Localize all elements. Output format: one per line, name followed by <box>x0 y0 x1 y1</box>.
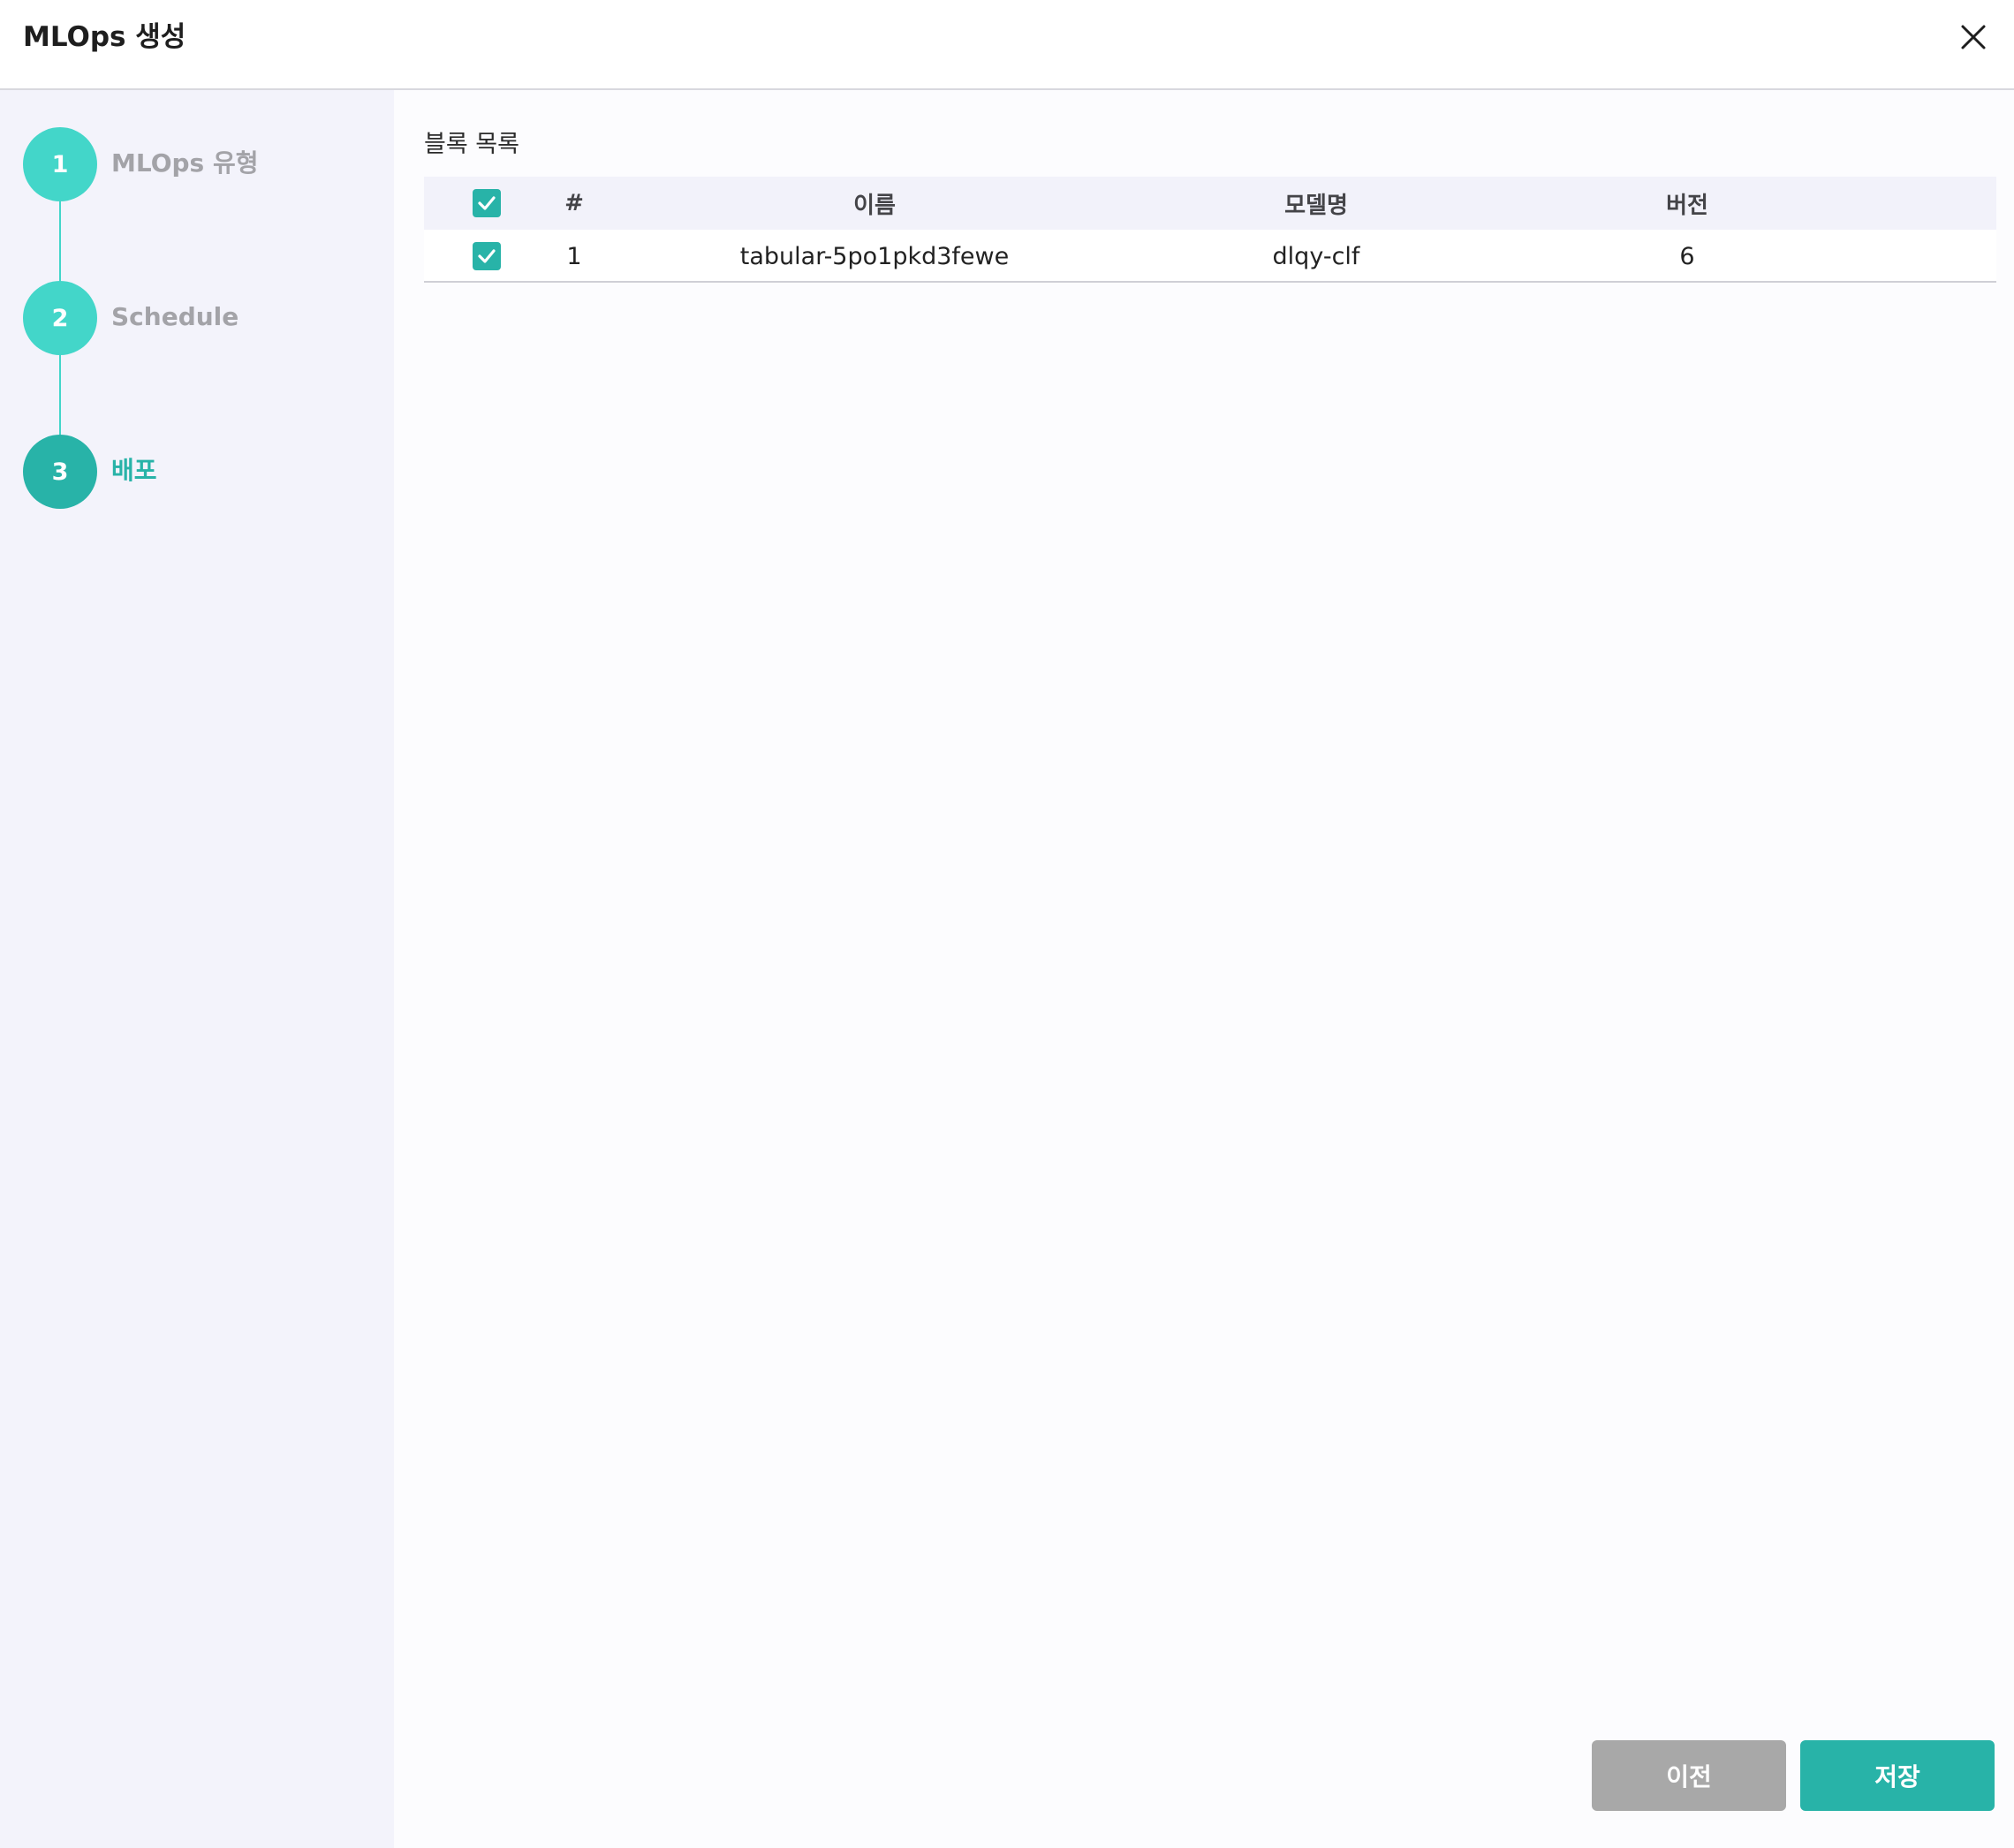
stepper-sidebar: 1 MLOps 유형 2 Schedule 3 배포 <box>0 90 394 1848</box>
step-deploy[interactable]: 3 배포 <box>23 435 376 509</box>
block-list-title: 블록 목록 <box>424 131 519 158</box>
column-header-name: 이름 <box>853 192 896 219</box>
save-button[interactable]: 저장 <box>1800 1740 1995 1811</box>
select-all-checkbox[interactable] <box>473 189 501 217</box>
close-button[interactable] <box>1956 19 1991 55</box>
row-model-name: dlqy-clf <box>1272 242 1360 270</box>
column-header-model-name: 모델명 <box>1284 192 1348 219</box>
header-checkbox-cell <box>456 177 518 230</box>
step-label: 배포 <box>111 456 157 485</box>
step-label: MLOps 유형 <box>111 148 259 178</box>
modal-header: MLOps 생성 <box>0 0 2014 90</box>
step-number-badge: 2 <box>23 281 97 355</box>
row-checkbox-cell <box>456 230 518 283</box>
row-name: tabular-5po1pkd3fewe <box>739 242 1010 270</box>
step-number-badge: 1 <box>23 127 97 201</box>
table-row[interactable]: 1 tabular-5po1pkd3fewe dlqy-clf 6 <box>424 230 1996 283</box>
modal-title: MLOps 생성 <box>23 21 186 53</box>
block-table: # 이름 모델명 버전 1 tabular-5po1pkd3fewe dlqy-… <box>424 177 1996 283</box>
table-header: # 이름 모델명 버전 <box>424 177 1996 230</box>
row-checkbox[interactable] <box>473 242 501 270</box>
step-schedule[interactable]: 2 Schedule <box>23 281 376 355</box>
column-header-number: # <box>564 190 584 216</box>
step-number-badge: 3 <box>23 435 97 509</box>
checkmark-icon <box>478 249 496 263</box>
checkmark-icon <box>478 196 496 210</box>
prev-button[interactable]: 이전 <box>1592 1740 1786 1811</box>
row-number: 1 <box>566 242 582 270</box>
column-header-version: 버전 <box>1666 192 1708 219</box>
row-version: 6 <box>1679 242 1695 270</box>
step-label: Schedule <box>111 302 239 331</box>
main-content: 블록 목록 # 이름 모델명 버전 1 tabular-5po1pkd3fewe… <box>394 90 2014 1848</box>
step-connector <box>59 355 61 436</box>
close-icon <box>1961 25 1986 49</box>
step-connector <box>59 201 61 283</box>
step-mlops-type[interactable]: 1 MLOps 유형 <box>23 127 376 201</box>
